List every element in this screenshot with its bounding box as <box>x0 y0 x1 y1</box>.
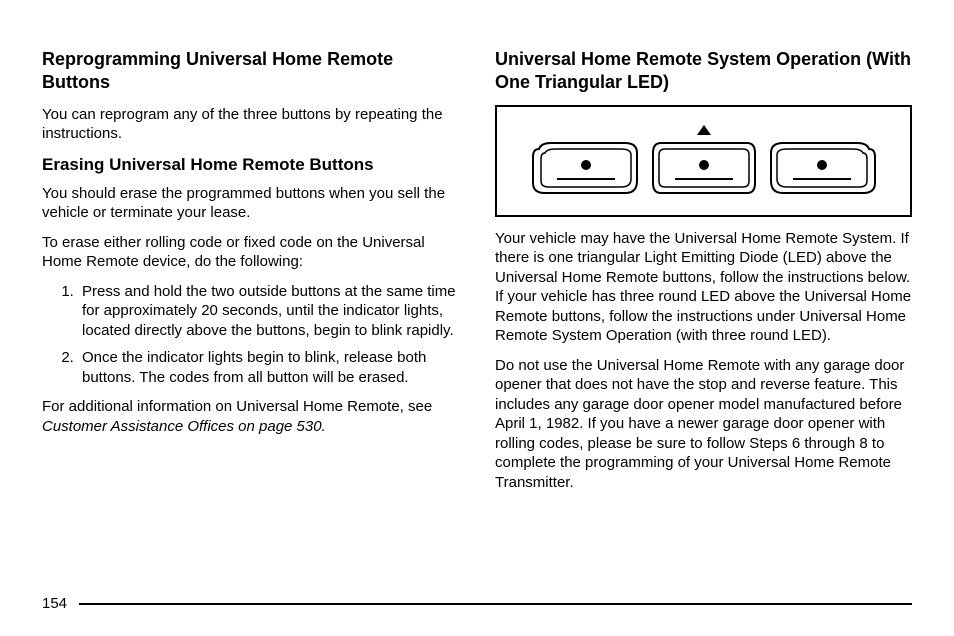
remote-button-right <box>767 139 877 197</box>
remote-diagram <box>495 105 912 217</box>
heading-erasing: Erasing Universal Home Remote Buttons <box>42 154 459 176</box>
triangular-led-icon <box>697 125 711 135</box>
left-column: Reprogramming Universal Home Remote Butt… <box>42 48 459 587</box>
paragraph-reprogram-intro: You can reprogram any of the three butto… <box>42 105 459 144</box>
erase-step-2: Once the indicator lights begin to blink… <box>78 348 459 387</box>
paragraph-uhr-warning: Do not use the Universal Home Remote wit… <box>495 356 912 493</box>
footer-rule <box>79 603 912 605</box>
cross-reference-customer-assistance: Customer Assistance Offices on page 530. <box>42 418 326 435</box>
paragraph-uhr-intro: Your vehicle may have the Universal Home… <box>495 229 912 346</box>
remote-button-left <box>531 139 641 197</box>
remote-button-center <box>649 139 759 197</box>
erase-step-1: Press and hold the two outside buttons a… <box>78 282 459 341</box>
right-column: Universal Home Remote System Operation (… <box>495 48 912 587</box>
paragraph-erase-when: You should erase the programmed buttons … <box>42 184 459 223</box>
heading-reprogramming: Reprogramming Universal Home Remote Butt… <box>42 48 459 95</box>
erase-steps-list: Press and hold the two outside buttons a… <box>42 282 459 388</box>
remote-buttons-row <box>531 139 877 197</box>
paragraph-additional-info: For additional information on Universal … <box>42 397 459 436</box>
page-number: 154 <box>42 595 67 612</box>
paragraph-erase-howto: To erase either rolling code or fixed co… <box>42 233 459 272</box>
page-footer: 154 <box>42 595 912 612</box>
heading-uhr-operation: Universal Home Remote System Operation (… <box>495 48 912 95</box>
